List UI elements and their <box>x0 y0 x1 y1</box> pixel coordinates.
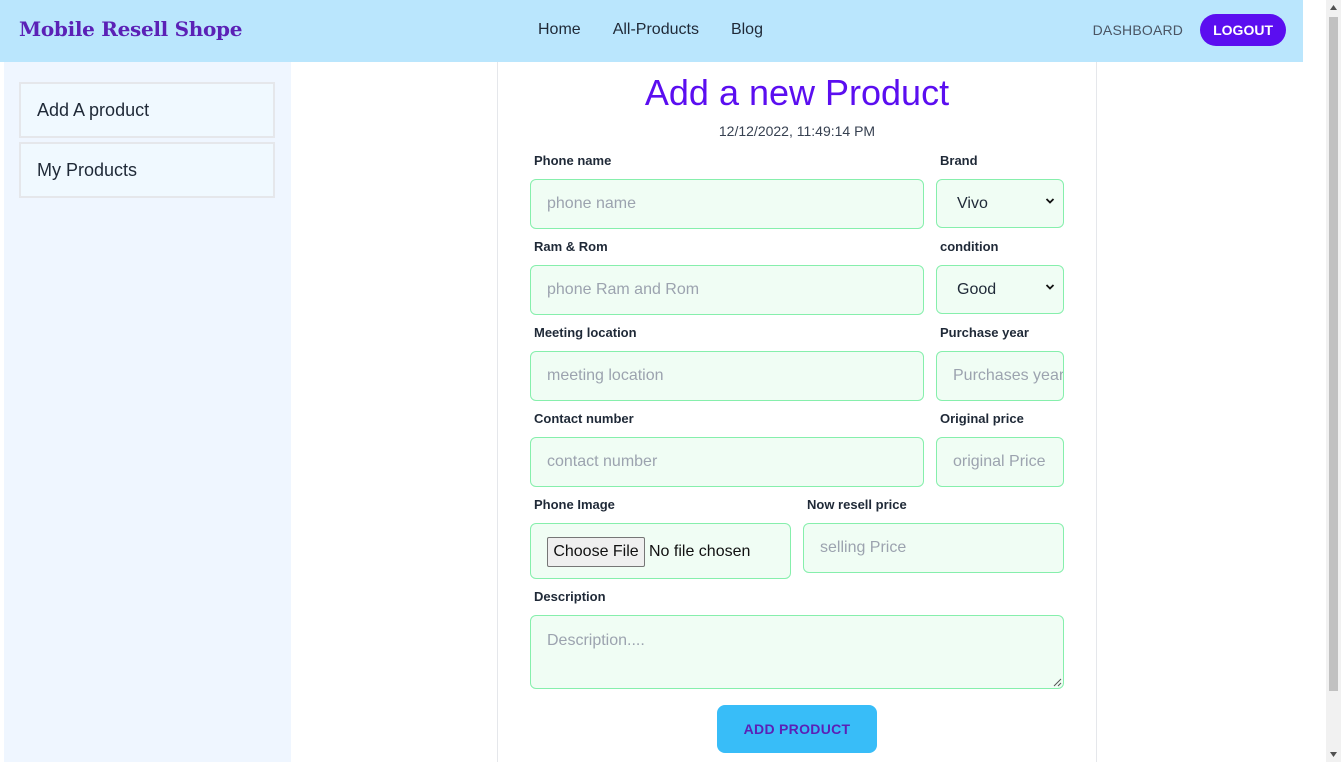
chevron-down-icon <box>1045 198 1055 204</box>
description-textarea[interactable] <box>530 615 1064 689</box>
purchase-year-input[interactable] <box>936 351 1064 401</box>
sidebar-item-my-products[interactable]: My Products <box>19 142 275 198</box>
meeting-location-input[interactable] <box>530 351 924 401</box>
phone-name-input[interactable] <box>530 179 924 229</box>
choose-file-button[interactable]: Choose File <box>547 537 645 567</box>
contact-number-label: Contact number <box>534 411 634 426</box>
purchase-year-label: Purchase year <box>940 325 1029 340</box>
nav-link-home[interactable]: Home <box>538 21 581 39</box>
meeting-location-label: Meeting location <box>534 325 637 340</box>
original-price-input[interactable] <box>936 437 1064 487</box>
brand-select-value: Vivo <box>957 194 988 212</box>
brand-label: Brand <box>940 153 978 168</box>
nav-link-blog[interactable]: Blog <box>731 21 763 39</box>
brand-logo[interactable]: Mobile Resell Shope <box>19 17 242 41</box>
nav-right: DASHBOARD LOGOUT <box>1093 14 1286 46</box>
resell-price-label: Now resell price <box>807 497 907 512</box>
page: Mobile Resell Shope Home All-Products Bl… <box>0 0 1341 762</box>
add-product-button[interactable]: ADD PRODUCT <box>717 705 877 753</box>
file-status: No file chosen <box>649 543 751 560</box>
ram-rom-label: Ram & Rom <box>534 239 608 254</box>
condition-label: condition <box>940 239 999 254</box>
scroll-up-arrow-icon[interactable] <box>1329 4 1338 12</box>
description-label: Description <box>534 589 606 604</box>
sidebar: Add A product My Products <box>4 62 291 762</box>
resize-grip-icon[interactable] <box>1053 678 1062 687</box>
page-scrollbar[interactable] <box>1326 0 1341 762</box>
nav-link-all-products[interactable]: All-Products <box>613 21 699 39</box>
condition-select[interactable]: Good <box>936 265 1064 314</box>
condition-select-value: Good <box>957 280 997 298</box>
contact-number-input[interactable] <box>530 437 924 487</box>
phone-image-label: Phone Image <box>534 497 615 512</box>
original-price-label: Original price <box>940 411 1024 426</box>
ram-rom-input[interactable] <box>530 265 924 315</box>
scroll-down-arrow-icon[interactable] <box>1329 750 1338 758</box>
brand-select[interactable]: Vivo <box>936 179 1064 228</box>
chevron-down-icon <box>1045 284 1055 290</box>
navbar: Mobile Resell Shope Home All-Products Bl… <box>0 0 1303 62</box>
form-title: Add a new Product <box>644 72 950 113</box>
logout-button[interactable]: LOGOUT <box>1200 14 1286 46</box>
nav-links: Home All-Products Blog <box>538 21 763 39</box>
scroll-thumb[interactable] <box>1329 17 1338 691</box>
sidebar-item-add-product[interactable]: Add A product <box>19 82 275 138</box>
resell-price-input[interactable] <box>803 523 1064 573</box>
dashboard-link[interactable]: DASHBOARD <box>1093 22 1183 38</box>
phone-name-label: Phone name <box>534 153 612 168</box>
phone-image-file-input: Choose File No file chosen <box>530 523 791 579</box>
form-datetime: 12/12/2022, 11:49:14 PM <box>718 123 876 139</box>
